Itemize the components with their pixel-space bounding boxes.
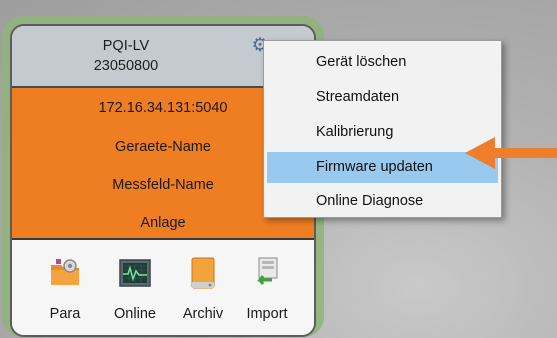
para-label: Para <box>49 306 81 322</box>
online-button[interactable]: Online <box>102 240 168 335</box>
menu-item-calibration[interactable]: Kalibrierung <box>267 117 498 148</box>
import-label: Import <box>246 306 288 322</box>
menu-item-online-diagnosis[interactable]: Online Diagnose <box>267 186 498 217</box>
device-name: PQI-LV <box>102 38 150 54</box>
archiv-button[interactable]: Archiv <box>172 240 234 335</box>
menu-item-stream-data[interactable]: Streamdaten <box>267 82 498 113</box>
import-button[interactable]: Import <box>236 240 298 335</box>
menu-item-delete-device[interactable]: Gerät löschen <box>267 47 498 78</box>
archiv-label: Archiv <box>182 306 224 322</box>
monitor-waveform-icon <box>119 259 151 287</box>
context-menu: Gerät löschen Streamdaten Kalibrierung F… <box>263 40 502 218</box>
para-button[interactable]: Para <box>40 240 90 335</box>
archive-drive-icon <box>191 257 215 289</box>
online-label: Online <box>114 306 156 322</box>
device-toolbar: Para Online Archiv Import <box>12 240 314 335</box>
menu-item-firmware-update[interactable]: Firmware updaten <box>267 152 498 183</box>
device-serial-number: 23050800 <box>93 58 159 74</box>
callout-arrow-icon <box>465 137 557 169</box>
folder-settings-icon <box>51 259 79 285</box>
import-icon <box>257 257 278 285</box>
